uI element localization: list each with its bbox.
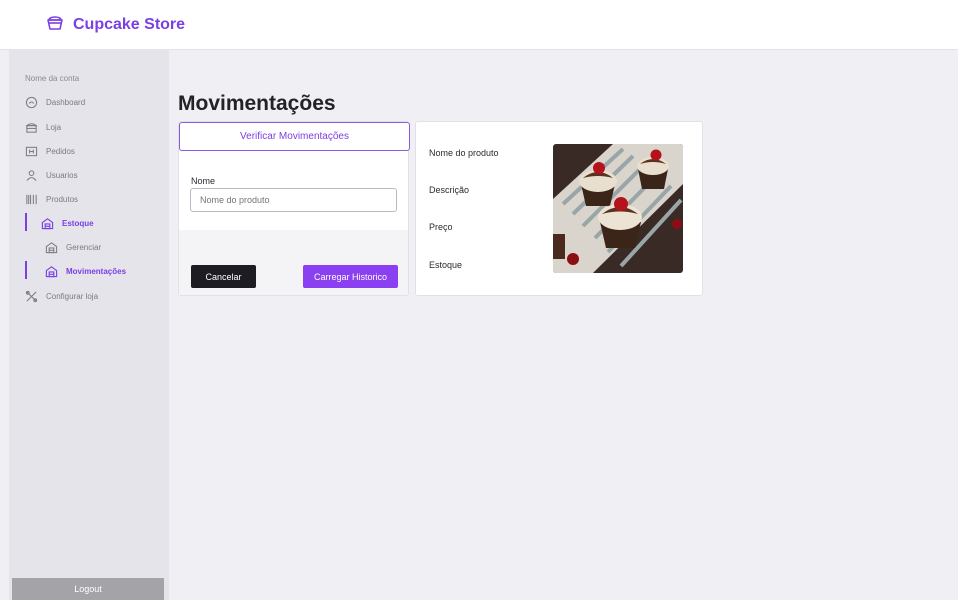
sidebar-item-movimentacoes[interactable]: Movimentações xyxy=(45,264,126,278)
warehouse-icon xyxy=(45,265,58,277)
sidebar-item-configurar-loja[interactable]: Configurar loja xyxy=(25,289,98,303)
user-icon xyxy=(26,169,37,181)
page-title: Movimentações xyxy=(178,92,336,115)
product-price-label: Preço xyxy=(429,222,453,232)
products-icon xyxy=(26,194,37,204)
tools-icon xyxy=(25,290,38,302)
logout-button[interactable]: Logout xyxy=(12,578,164,600)
sidebar-item-produtos[interactable]: Produtos xyxy=(25,192,78,206)
sidebar-item-estoque[interactable]: Estoque xyxy=(25,216,94,230)
sidebar-item-label: Movimentações xyxy=(66,266,127,276)
top-bar: Cupcake Store xyxy=(0,0,958,50)
product-name-label: Nome do produto xyxy=(429,148,499,158)
name-label: Nome xyxy=(191,176,216,186)
sidebar-item-label: Gerenciar xyxy=(66,242,102,252)
sidebar-item-label: Dashboard xyxy=(46,97,86,107)
sidebar-item-usuarios[interactable]: Usuarios xyxy=(25,168,78,182)
sidebar-item-label: Configurar loja xyxy=(46,291,99,301)
cancel-button[interactable]: Cancelar xyxy=(191,265,256,288)
store-icon xyxy=(25,122,38,133)
warehouse-icon xyxy=(41,217,54,229)
sidebar-item-dashboard[interactable]: Dashboard xyxy=(25,95,85,109)
account-name: Nome da conta xyxy=(25,74,80,83)
dashboard-icon xyxy=(25,96,38,108)
product-description-label: Descrição xyxy=(429,185,470,195)
sidebar-item-label: Pedidos xyxy=(46,146,75,156)
sidebar-item-label: Loja xyxy=(46,122,62,132)
sidebar-item-gerenciar[interactable]: Gerenciar xyxy=(45,240,101,254)
sidebar-item-label: Usuarios xyxy=(46,170,78,180)
sidebar-item-pedidos[interactable]: Pedidos xyxy=(25,144,75,158)
product-card: Nome do produto Descrição Preço Estoque xyxy=(415,121,703,296)
product-stock-label: Estoque xyxy=(429,260,463,270)
sidebar-item-loja[interactable]: Loja xyxy=(25,120,61,134)
sidebar-item-label: Produtos xyxy=(46,194,79,204)
search-form-card: Verificar Movimentações Nome Cancelar Ca… xyxy=(178,121,410,296)
name-input[interactable] xyxy=(190,188,397,212)
cupcake-icon xyxy=(45,12,65,37)
load-history-button[interactable]: Carregar Historico xyxy=(303,265,398,288)
product-image xyxy=(553,144,683,273)
brand[interactable]: Cupcake Store xyxy=(45,12,185,37)
tab-verificar-movimentacoes[interactable]: Verificar Movimentações xyxy=(179,122,410,151)
active-indicator xyxy=(25,261,27,279)
orders-icon xyxy=(25,146,38,156)
warehouse-icon xyxy=(45,241,58,253)
sidebar-item-label: Estoque xyxy=(62,218,94,228)
brand-name: Cupcake Store xyxy=(73,15,186,33)
